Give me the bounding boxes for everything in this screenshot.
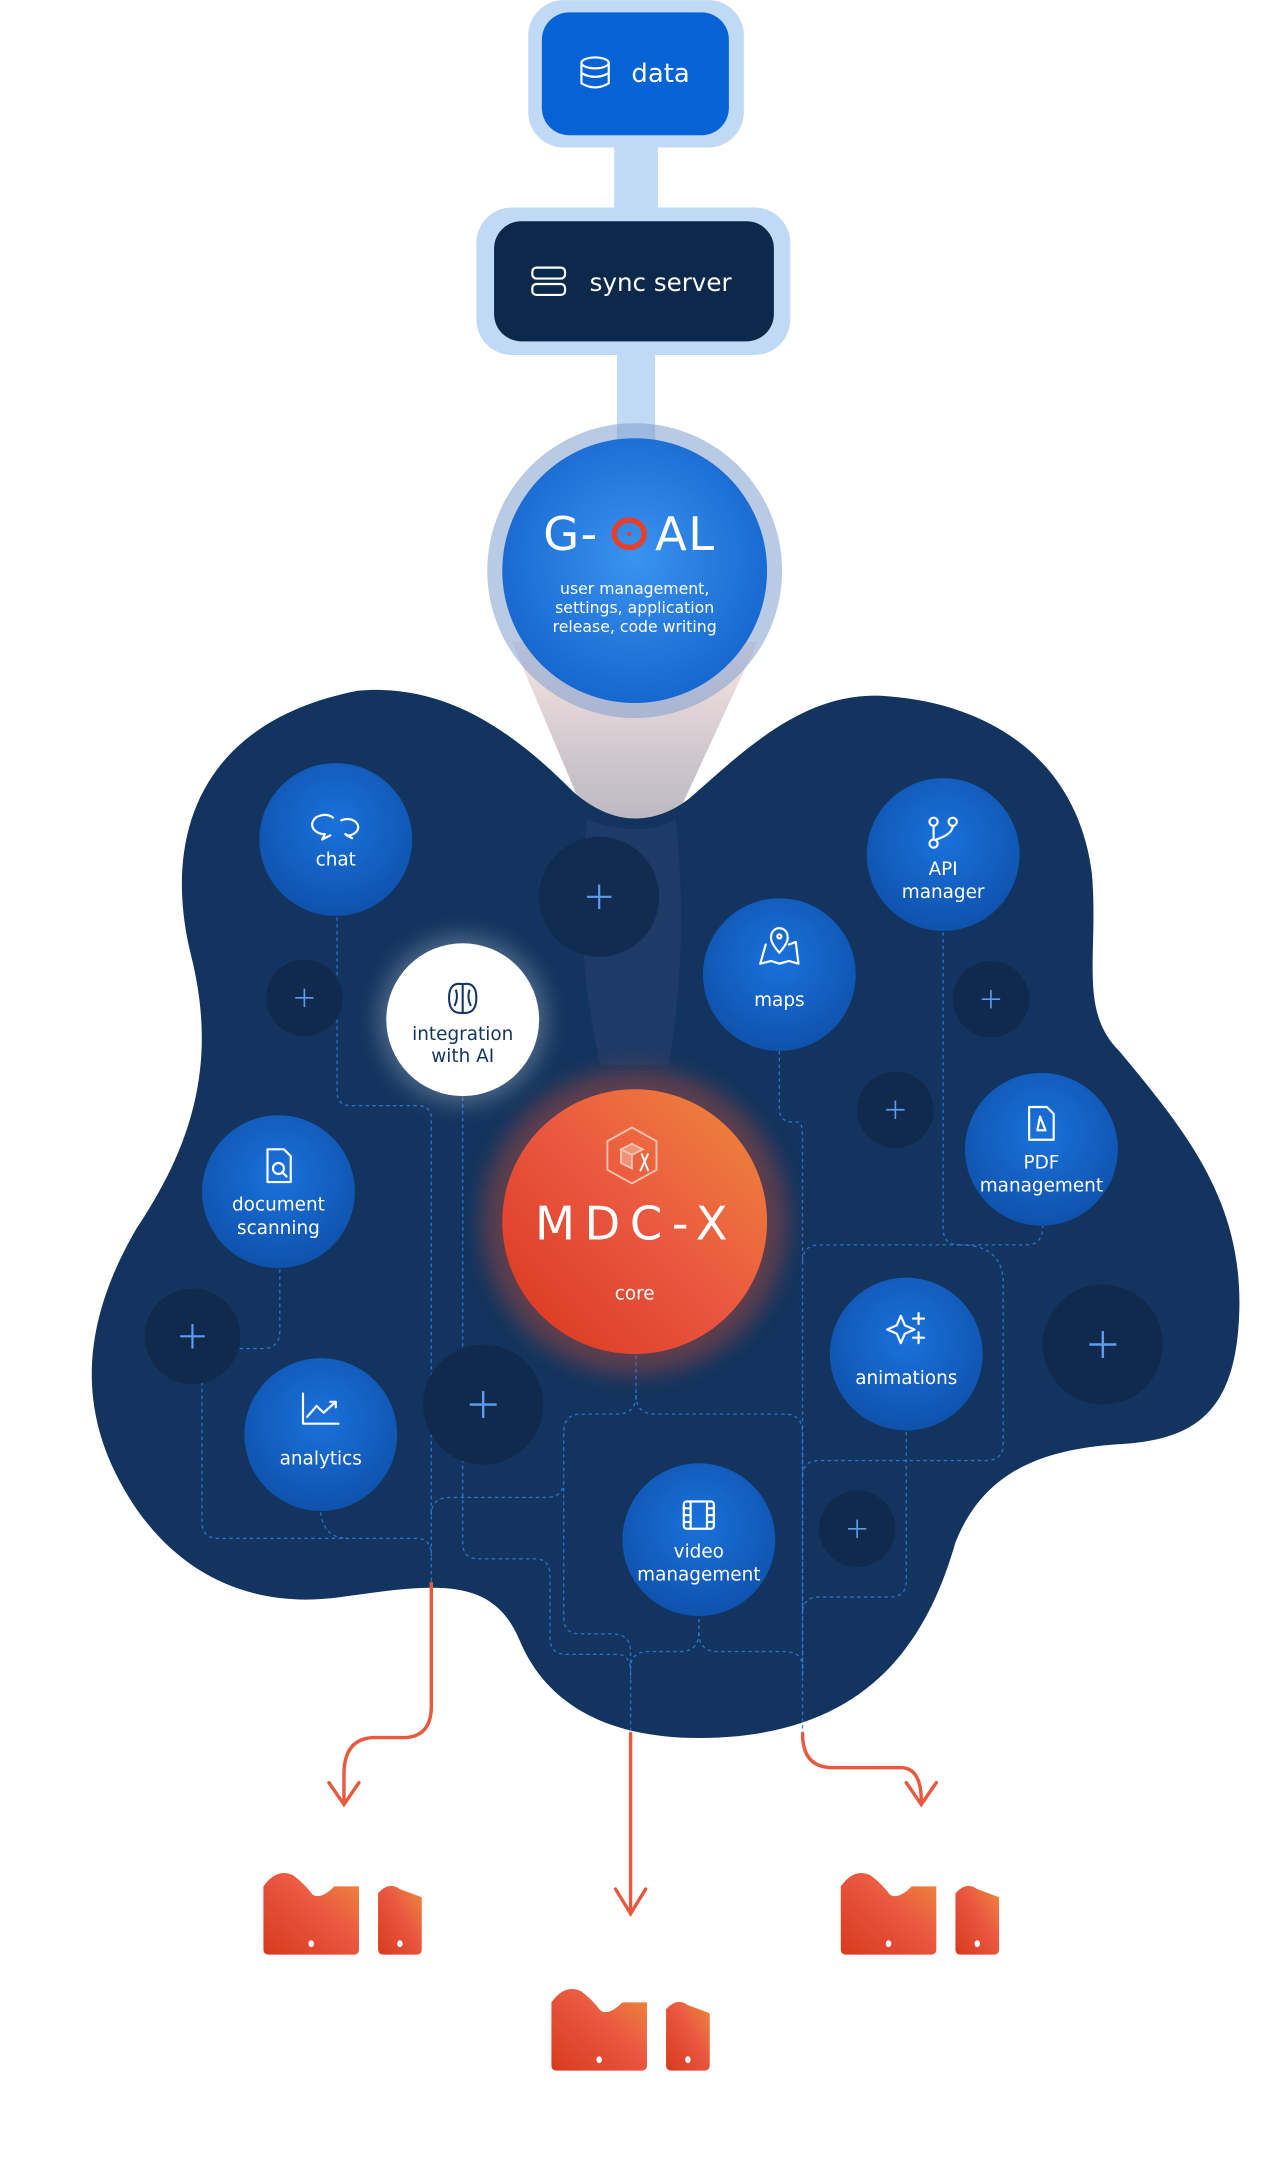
arrow-center <box>613 1731 648 1917</box>
add-button[interactable] <box>1042 1284 1163 1405</box>
data-label: data <box>631 59 689 89</box>
core-label: core <box>615 1283 655 1304</box>
module-label: analytics <box>280 1449 362 1470</box>
architecture-diagram: data sync server G- AL user management, … <box>91 0 1240 2071</box>
module-label: video <box>674 1541 724 1562</box>
goal-node[interactable]: G- AL user management, settings, applica… <box>487 423 783 719</box>
add-button[interactable] <box>952 960 1030 1038</box>
module-label: with AI <box>431 1046 494 1067</box>
module-label: API <box>929 859 958 880</box>
module-api-manager[interactable]: API manager <box>866 778 1020 931</box>
add-button[interactable] <box>539 836 660 957</box>
module-label: animations <box>855 1368 957 1389</box>
module-label: management <box>637 1565 760 1586</box>
add-button[interactable] <box>266 959 343 1037</box>
arrow-right <box>800 1731 939 1808</box>
phone-tablet-icon <box>263 1872 422 1955</box>
module-label: management <box>980 1176 1103 1197</box>
module-maps[interactable]: maps <box>702 898 856 1052</box>
module-animations[interactable]: animations <box>829 1277 983 1431</box>
sync-server-box[interactable]: sync server <box>494 221 774 342</box>
phone-tablet-icon <box>840 1872 1000 1955</box>
module-label: manager <box>902 882 985 903</box>
core-logo: MDC-X <box>535 1196 737 1250</box>
add-button[interactable] <box>857 1071 934 1148</box>
device-group-center <box>551 1989 710 2071</box>
module-label: integration <box>412 1024 513 1045</box>
module-label: chat <box>316 849 356 870</box>
module-analytics[interactable]: analytics <box>244 1358 398 1512</box>
add-button[interactable] <box>818 1490 896 1567</box>
module-label: scanning <box>237 1218 320 1239</box>
module-document-scanning[interactable]: document scanning <box>202 1115 355 1269</box>
goal-description-line: settings, application <box>555 598 714 617</box>
goal-description-line: user management, <box>560 579 709 598</box>
module-label: document <box>232 1195 325 1216</box>
module-video-management[interactable]: video management <box>622 1463 776 1617</box>
svg-text:G-: G- <box>543 507 598 561</box>
add-button[interactable] <box>144 1288 241 1385</box>
module-chat[interactable]: chat <box>259 763 413 916</box>
device-group-left <box>263 1872 422 1955</box>
module-label: PDF <box>1023 1152 1059 1173</box>
sync-server-label: sync server <box>590 268 733 297</box>
data-box[interactable]: data <box>541 12 729 136</box>
module-integration-ai[interactable]: integration with AI <box>378 935 548 1105</box>
goal-description-line: release, code writing <box>553 617 717 636</box>
arrow-left <box>327 1581 434 1808</box>
add-button[interactable] <box>423 1344 544 1465</box>
core-node[interactable]: MDC-X core <box>481 1068 788 1375</box>
svg-text:AL: AL <box>655 507 715 561</box>
module-label: maps <box>754 990 804 1011</box>
phone-tablet-icon <box>551 1989 710 2071</box>
device-group-right <box>840 1872 1000 1955</box>
module-pdf-management[interactable]: PDF management <box>964 1072 1118 1226</box>
